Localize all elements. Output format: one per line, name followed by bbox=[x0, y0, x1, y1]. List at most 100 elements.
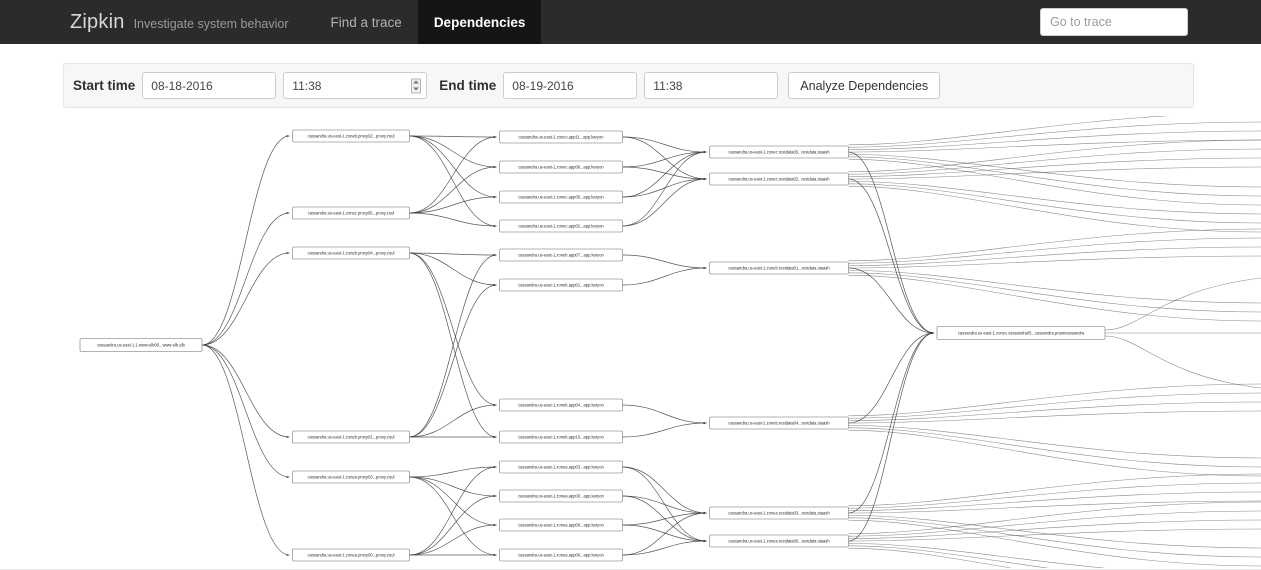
graph-node[interactable]: cassandra.us-east-1.zonea.app00...app.ka… bbox=[499, 489, 623, 503]
graph-edge bbox=[201, 344, 290, 439]
end-date-input[interactable] bbox=[503, 72, 638, 99]
graph-node[interactable]: cassandra.us-east-1.zonea.app06...app.ka… bbox=[499, 548, 623, 562]
graph-edge bbox=[848, 270, 1261, 304]
analyze-dependencies-button[interactable]: Analyze Dependencies bbox=[788, 72, 941, 99]
graph-edge bbox=[622, 254, 707, 270]
graph-node[interactable]: cassandra.us-east-1.zonec.cassandra05...… bbox=[936, 326, 1106, 340]
graph-edge bbox=[848, 383, 1261, 417]
graph-edge bbox=[409, 523, 497, 556]
graph-node[interactable]: cassandra.us-east-1.zoneb.proxy02...prox… bbox=[292, 129, 410, 143]
graph-edge bbox=[848, 501, 1261, 535]
graph-edge bbox=[409, 465, 497, 478]
nav-links: Find a trace Dependencies bbox=[315, 0, 542, 44]
graph-node-label: cassandra.us-east-1.zonea.proxy03...prox… bbox=[308, 474, 395, 479]
graph-edge bbox=[622, 524, 707, 543]
graph-edge bbox=[409, 476, 497, 557]
graph-node-label: cassandra.us-east-1.zoneb.app01...app.ka… bbox=[518, 282, 604, 287]
graph-edge bbox=[622, 266, 707, 286]
graph-node[interactable]: cassandra.us-east-1.zonec.app02...app.ka… bbox=[499, 219, 623, 233]
graph-edge bbox=[409, 135, 497, 169]
graph-node-label: cassandra.us-east-1.zoneb.proxy01...prox… bbox=[308, 434, 395, 439]
graph-node-label: cassandra.us-east-1.zonec.cassandra05...… bbox=[958, 330, 1085, 335]
graph-edge bbox=[409, 135, 497, 214]
graph-edge bbox=[848, 427, 1261, 468]
nav-link-dependencies[interactable]: Dependencies bbox=[417, 0, 542, 44]
start-clock-wrapper bbox=[283, 72, 428, 99]
graph-edge bbox=[409, 494, 497, 556]
graph-edge bbox=[622, 421, 707, 438]
graph-node[interactable]: cassandra.us-east-1.zonec.restdata02...r… bbox=[709, 172, 849, 186]
graph-node[interactable]: cassandra.us-east-1.zoneb.app01...app.ka… bbox=[499, 278, 623, 292]
graph-node[interactable]: cassandra.us-east-1.zonea.proxy03...prox… bbox=[292, 470, 410, 484]
graph-edge bbox=[848, 267, 935, 335]
brand-block: Zipkin Investigate system behavior bbox=[70, 12, 289, 32]
graph-edge bbox=[409, 212, 497, 228]
graph-edge bbox=[848, 545, 1049, 568]
graph-edge bbox=[622, 150, 707, 168]
graph-edge bbox=[409, 165, 497, 214]
top-navbar: Zipkin Investigate system behavior Find … bbox=[0, 0, 1261, 44]
graph-node[interactable]: cassandra.us-east-1.zonea.app03...app.ka… bbox=[499, 460, 623, 474]
graph-edge bbox=[848, 425, 1261, 459]
graph-edge bbox=[848, 158, 1261, 206]
time-spinner-icon[interactable] bbox=[411, 78, 422, 93]
graph-edge bbox=[622, 150, 707, 198]
graph-node[interactable]: cassandra.us-east-1.1.www-elb00...www-el… bbox=[79, 338, 203, 352]
graph-edge bbox=[848, 185, 1261, 233]
graph-node[interactable]: cassandra.us-east-1.zoneb.restdata04...r… bbox=[709, 416, 849, 430]
dependency-graph-svg[interactable]: cassandra.us-east-1.1.www-elb00...www-el… bbox=[0, 116, 1261, 568]
graph-node[interactable]: cassandra.us-east-1.zoneb.proxy01...prox… bbox=[292, 430, 410, 444]
graph-edge bbox=[848, 515, 1261, 549]
graph-edge bbox=[848, 519, 1261, 567]
graph-node[interactable]: cassandra.us-east-1.zonea.restdata00...r… bbox=[709, 534, 849, 548]
graph-node[interactable]: cassandra.us-east-1.zonec.app08...app.ka… bbox=[499, 160, 623, 174]
graph-node-label: cassandra.us-east-1.zonea.app00...app.ka… bbox=[518, 493, 604, 498]
graph-node[interactable]: cassandra.us-east-1.zoneb.app04...app.ka… bbox=[499, 398, 623, 412]
graph-node-layer: cassandra.us-east-1.1.www-elb00...www-el… bbox=[79, 129, 1106, 562]
graph-edge bbox=[848, 473, 1261, 507]
graph-edge bbox=[201, 211, 290, 346]
graph-node[interactable]: cassandra.us-east-1.zonec.app11...app.ka… bbox=[499, 130, 623, 144]
graph-edge bbox=[409, 195, 497, 214]
zipkin-dependencies-page: Zipkin Investigate system behavior Find … bbox=[0, 0, 1261, 570]
graph-edge bbox=[201, 344, 290, 557]
graph-edge bbox=[409, 135, 497, 199]
graph-edge bbox=[848, 274, 1261, 322]
graph-node-label: cassandra.us-east-1.zoneb.proxy02...prox… bbox=[308, 133, 395, 138]
graph-node[interactable]: cassandra.us-east-1.zonea.restdata03...r… bbox=[709, 506, 849, 520]
graph-node[interactable]: cassandra.us-east-1.zonea.proxy00...prox… bbox=[292, 548, 410, 562]
graph-node[interactable]: cassandra.us-east-1.zonec.restdata05...r… bbox=[709, 145, 849, 159]
graph-node[interactable]: cassandra.us-east-1.zoneb.app07...app.ka… bbox=[499, 248, 623, 262]
graph-edge bbox=[201, 251, 290, 346]
graph-edge bbox=[622, 404, 707, 425]
end-time-input[interactable] bbox=[644, 72, 779, 99]
graph-edge bbox=[409, 476, 497, 527]
go-to-trace-input[interactable] bbox=[1040, 8, 1188, 36]
nav-link-find-a-trace[interactable]: Find a trace bbox=[315, 0, 418, 44]
graph-node-label: cassandra.us-east-1.zonea.restdata03...r… bbox=[728, 510, 830, 515]
end-time-label: End time bbox=[439, 78, 497, 93]
graph-node[interactable]: cassandra.us-east-1.zoneb.restdata01...r… bbox=[709, 261, 849, 275]
trace-search-container bbox=[1040, 8, 1188, 36]
graph-node[interactable]: cassandra.us-east-1.zonea.app09...app.ka… bbox=[499, 518, 623, 532]
graph-edge bbox=[1104, 277, 1261, 331]
graph-node-label: cassandra.us-east-1.zonea.restdata00...r… bbox=[728, 538, 830, 543]
graph-edge bbox=[848, 429, 1261, 477]
graph-node[interactable]: cassandra.us-east-1.zonec.app05...app.ka… bbox=[499, 190, 623, 204]
start-date-input[interactable] bbox=[142, 72, 277, 99]
graph-edge bbox=[409, 283, 497, 438]
graph-edge bbox=[622, 177, 707, 198]
graph-edge bbox=[622, 177, 707, 227]
dependency-graph-container[interactable]: cassandra.us-east-1.1.www-elb00...www-el… bbox=[0, 116, 1261, 568]
graph-node-label: cassandra.us-east-1.zoneb.app07...app.ka… bbox=[518, 252, 604, 257]
graph-node[interactable]: cassandra.us-east-1.zoneb.app10...app.ka… bbox=[499, 430, 623, 444]
start-time-input[interactable] bbox=[283, 72, 428, 99]
graph-edge bbox=[848, 228, 1261, 262]
graph-node-label: cassandra.us-east-1.zonec.restdata02...r… bbox=[728, 176, 830, 181]
graph-node-label: cassandra.us-east-1.zoneb.app10...app.ka… bbox=[518, 434, 604, 439]
graph-node[interactable]: cassandra.us-east-1.zonec.proxy05...prox… bbox=[292, 206, 410, 220]
graph-edge bbox=[201, 134, 290, 346]
graph-edge bbox=[848, 547, 1013, 568]
graph-node[interactable]: cassandra.us-east-1.zoneb.proxy04...prox… bbox=[292, 246, 410, 260]
app-logo[interactable]: Zipkin bbox=[70, 12, 125, 32]
